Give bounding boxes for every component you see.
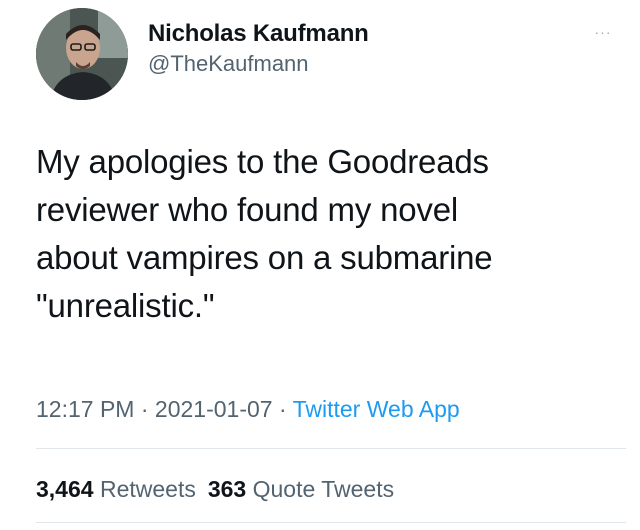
divider <box>36 448 626 449</box>
tweet-text-line: about vampires on a submarine <box>36 239 493 276</box>
quote-tweets-stat[interactable]: 363 Quote Tweets <box>208 476 394 502</box>
author-handle[interactable]: @TheKaufmann <box>148 50 369 78</box>
author-info: Nicholas Kaufmann @TheKaufmann <box>148 20 369 78</box>
tweet-text-line: My apologies to the Goodreads <box>36 143 489 180</box>
more-options-icon[interactable]: ··· <box>590 25 616 39</box>
divider <box>36 522 626 523</box>
retweets-label: Retweets <box>99 476 196 502</box>
avatar-photo <box>36 8 128 100</box>
tweet-stats: 3,464 Retweets 363 Quote Tweets <box>36 474 394 504</box>
tweet-source-link[interactable]: Twitter Web App <box>293 396 460 422</box>
meta-separator: · <box>140 396 149 422</box>
tweet-metadata: 12:17 PM · 2021-01-07 · Twitter Web App <box>36 394 460 424</box>
tweet-text-line: reviewer who found my novel <box>36 191 458 228</box>
tweet-text-line: "unrealistic." <box>36 287 215 324</box>
retweets-stat[interactable]: 3,464 Retweets <box>36 476 196 502</box>
tweet-card: Nicholas Kaufmann @TheKaufmann ··· My ap… <box>0 0 640 530</box>
quote-tweets-count: 363 <box>207 476 247 502</box>
quote-tweets-label: Quote Tweets <box>252 476 395 502</box>
meta-separator: · <box>278 396 287 422</box>
tweet-text: My apologies to the Goodreads reviewer w… <box>36 138 616 330</box>
tweet-time[interactable]: 12:17 PM <box>36 396 134 422</box>
tweet-header: Nicholas Kaufmann @TheKaufmann ··· <box>0 0 640 110</box>
author-display-name[interactable]: Nicholas Kaufmann <box>148 20 369 48</box>
tweet-date[interactable]: 2021-01-07 <box>155 396 273 422</box>
avatar[interactable] <box>36 8 128 100</box>
retweets-count: 3,464 <box>36 476 94 502</box>
